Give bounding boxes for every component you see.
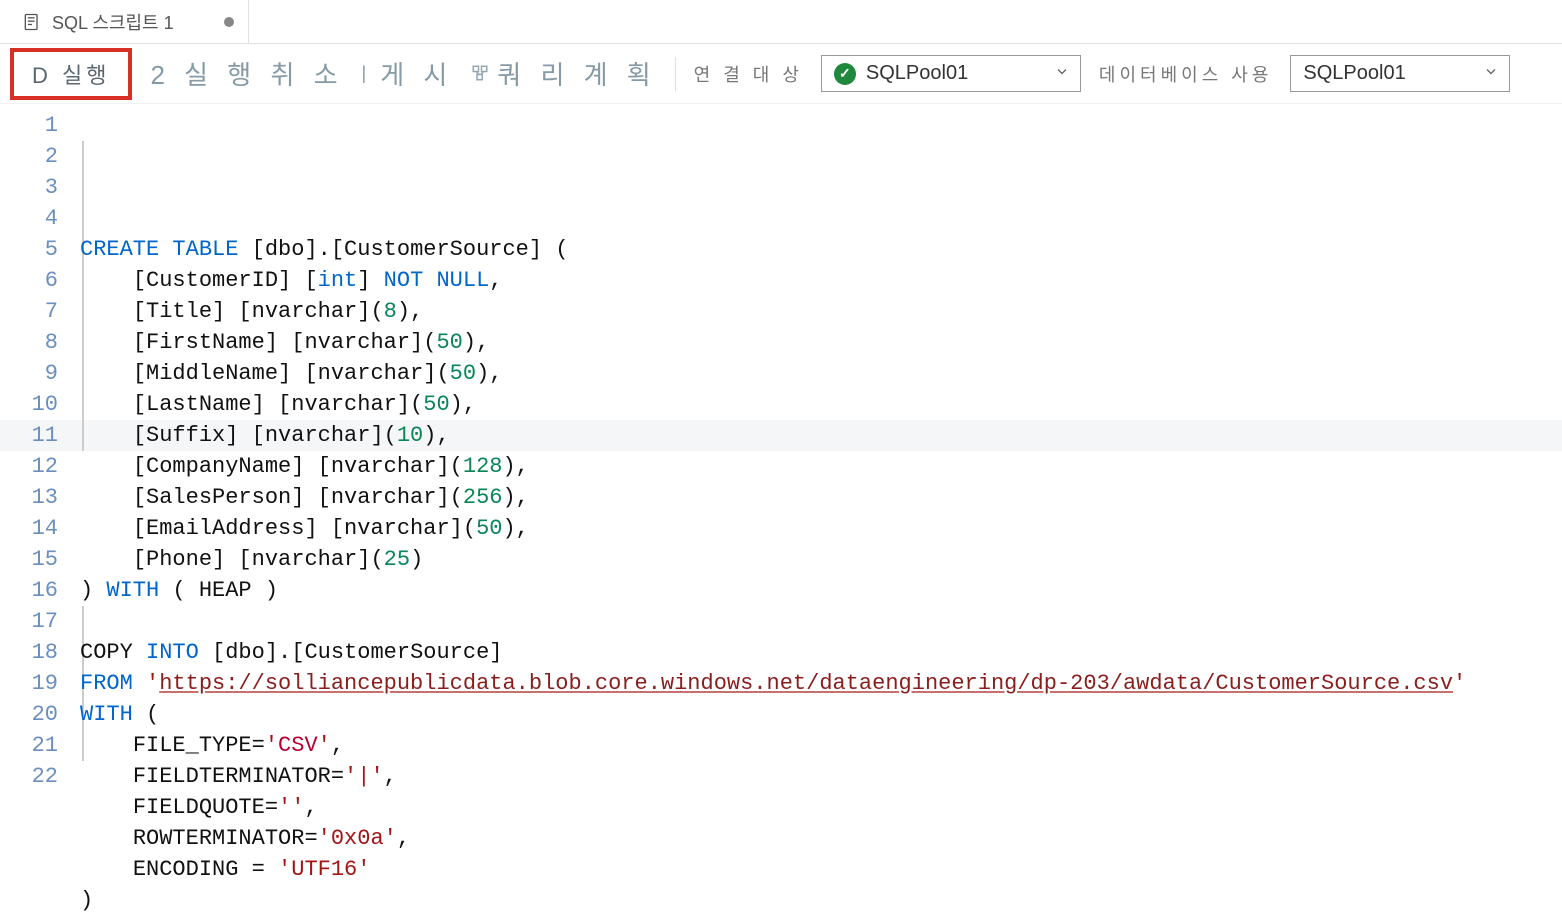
code-line[interactable]: FILE_TYPE='CSV', <box>80 730 1562 761</box>
code-line[interactable]: [SalesPerson] [nvarchar](256), <box>80 482 1562 513</box>
code-content[interactable]: CREATE TABLE [dbo].[CustomerSource] ( [C… <box>72 110 1562 916</box>
code-line[interactable]: FIELDQUOTE='', <box>80 792 1562 823</box>
line-number: 5 <box>0 234 58 265</box>
code-line[interactable] <box>80 606 1562 637</box>
toolbar-separator <box>675 57 676 91</box>
line-number: 18 <box>0 637 58 668</box>
code-line[interactable]: FIELDTERMINATOR='|', <box>80 761 1562 792</box>
line-number: 14 <box>0 513 58 544</box>
code-editor[interactable]: 12345678910111213141516171819202122 CREA… <box>0 104 1562 916</box>
script-icon <box>22 12 42 32</box>
code-line[interactable]: [Title] [nvarchar](8), <box>80 296 1562 327</box>
code-line[interactable]: [Suffix] [nvarchar](10), <box>80 420 1562 451</box>
code-line[interactable]: CREATE TABLE [dbo].[CustomerSource] ( <box>80 234 1562 265</box>
use-database-value: SQLPool01 <box>1303 62 1405 85</box>
line-number: 3 <box>0 172 58 203</box>
chevron-down-icon <box>1483 62 1499 85</box>
toolbar: D 실행 2 실 행 취 소 | 게 시 쿼 리 계 획 연 결 대 상 ✓ S… <box>0 44 1562 104</box>
line-number: 1 <box>0 110 58 141</box>
use-database-dropdown[interactable]: SQLPool01 <box>1290 55 1510 92</box>
cancel-button[interactable]: 2 실 행 취 소 <box>150 55 343 92</box>
tab-bar: SQL 스크립트 1 <box>0 0 1562 44</box>
code-line[interactable]: ENCODING = 'UTF16' <box>80 854 1562 885</box>
code-line[interactable]: ) WITH ( HEAP ) <box>80 575 1562 606</box>
code-line[interactable]: [FirstName] [nvarchar](50), <box>80 327 1562 358</box>
use-database-label: 데이터베이스 사용 <box>1099 61 1272 87</box>
status-ok-icon: ✓ <box>834 63 856 85</box>
line-number: 16 <box>0 575 58 606</box>
code-line[interactable]: FROM 'https://solliancepublicdata.blob.c… <box>80 668 1562 699</box>
run-button[interactable]: D 실행 <box>10 48 132 100</box>
line-number: 13 <box>0 482 58 513</box>
code-line[interactable]: [CustomerID] [int] NOT NULL, <box>80 265 1562 296</box>
line-number: 12 <box>0 451 58 482</box>
line-number: 4 <box>0 203 58 234</box>
line-number: 15 <box>0 544 58 575</box>
query-plan-icon <box>471 58 489 89</box>
code-line[interactable]: [CompanyName] [nvarchar](128), <box>80 451 1562 482</box>
publish-button[interactable]: | 게 시 <box>362 55 454 92</box>
connect-to-value: SQLPool01 <box>866 62 968 85</box>
connect-to-dropdown[interactable]: ✓ SQLPool01 <box>821 55 1081 92</box>
code-line[interactable]: [MiddleName] [nvarchar](50), <box>80 358 1562 389</box>
unsaved-indicator-icon <box>224 17 234 27</box>
line-number: 9 <box>0 358 58 389</box>
line-number: 10 <box>0 389 58 420</box>
code-line[interactable]: WITH ( <box>80 699 1562 730</box>
line-number: 17 <box>0 606 58 637</box>
code-line[interactable]: COPY INTO [dbo].[CustomerSource] <box>80 637 1562 668</box>
line-number: 8 <box>0 327 58 358</box>
line-number: 20 <box>0 699 58 730</box>
line-number-gutter: 12345678910111213141516171819202122 <box>0 110 72 916</box>
code-line[interactable]: ROWTERMINATOR='0x0a', <box>80 823 1562 854</box>
line-number: 11 <box>0 420 58 451</box>
tab-sql-script[interactable]: SQL 스크립트 1 <box>8 0 249 43</box>
line-number: 7 <box>0 296 58 327</box>
connect-to-label: 연 결 대 상 <box>694 61 803 87</box>
query-plan-button[interactable]: 쿼 리 계 획 <box>471 55 656 92</box>
code-line[interactable]: [EmailAddress] [nvarchar](50), <box>80 513 1562 544</box>
line-number: 2 <box>0 141 58 172</box>
code-line[interactable]: [LastName] [nvarchar](50), <box>80 389 1562 420</box>
chevron-down-icon <box>1054 62 1070 85</box>
line-number: 22 <box>0 761 58 792</box>
line-number: 6 <box>0 265 58 296</box>
line-number: 19 <box>0 668 58 699</box>
code-line[interactable]: ) <box>80 885 1562 916</box>
code-line[interactable]: [Phone] [nvarchar](25) <box>80 544 1562 575</box>
tab-title: SQL 스크립트 1 <box>52 9 174 35</box>
line-number: 21 <box>0 730 58 761</box>
